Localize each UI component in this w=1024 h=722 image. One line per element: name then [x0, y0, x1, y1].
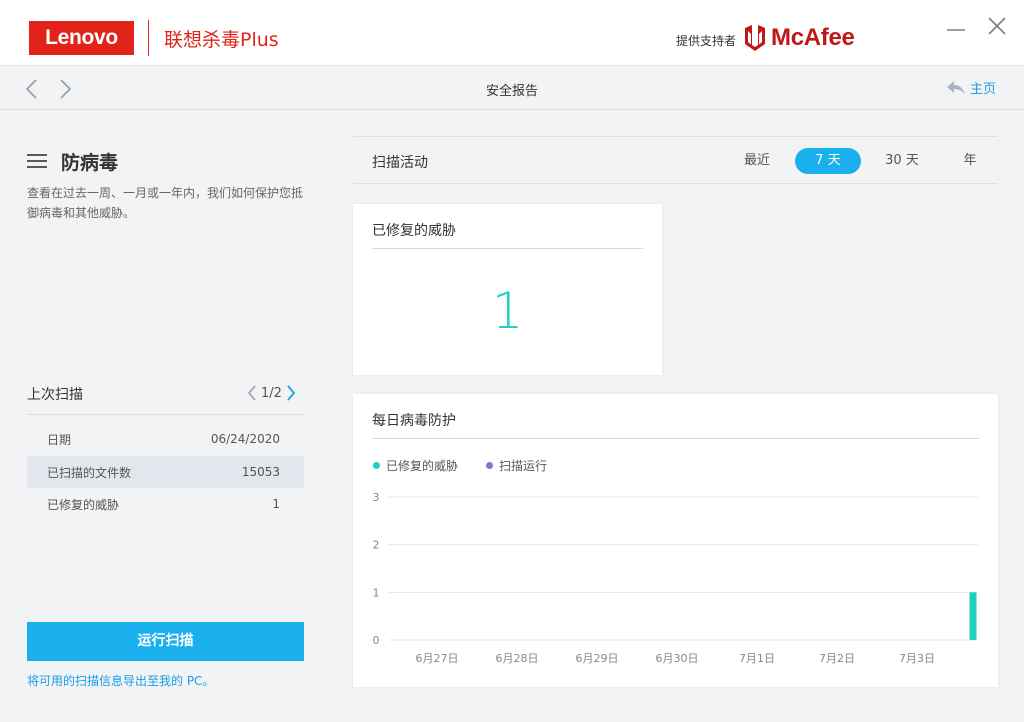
mcafee-wordmark: McAfee — [771, 24, 855, 51]
pager-prev-icon[interactable] — [246, 384, 258, 402]
daily-protection-card: 每日病毒防护 已修复的威胁 扫描运行 0 1 2 3 6月27日 6月28日 6月29日 6月… — [353, 394, 998, 687]
tab-7-days[interactable]: 7 天 — [795, 148, 861, 174]
x-tick-label: 6月29日 — [576, 652, 619, 665]
section-description: 查看在过去一周、一月或一年内，我们如何保护您抵御病毒和其他威胁。 — [27, 186, 304, 220]
card-divider — [372, 248, 643, 249]
product-name: 联想杀毒Plus — [164, 29, 279, 51]
powered-by-label: 提供支持者 — [676, 34, 737, 48]
tab-30-days[interactable]: 30 天 — [875, 148, 929, 174]
x-tick-label: 7月1日 — [739, 652, 775, 665]
export-scan-info-link[interactable]: 将可用的扫描信息导出至我的 PC。 — [27, 672, 214, 689]
x-tick-label: 6月28日 — [496, 652, 539, 665]
close-icon[interactable] — [985, 14, 1009, 38]
last-scan-title: 上次扫描 — [27, 387, 83, 403]
scan-row-threats-fixed: 已修复的威胁 1 — [27, 488, 304, 520]
title-bar: Lenovo 联想杀毒Plus 提供支持者 McAfee — [0, 0, 1024, 66]
mcafee-logo: McAfee — [744, 24, 855, 52]
pager-next-icon[interactable] — [285, 384, 297, 402]
daily-protection-chart: 0 1 2 3 6月27日 6月28日 6月29日 6月30日 7月1日 7月2日 7月3日 — [373, 491, 978, 665]
logo-divider — [148, 20, 149, 56]
scan-row-label: 已扫描的文件数 — [47, 465, 132, 480]
section-title: 防病毒 — [61, 152, 119, 174]
home-label: 主页 — [970, 82, 997, 97]
scan-row-value: 1 — [272, 497, 280, 511]
menu-icon[interactable] — [27, 153, 47, 169]
scan-row-value: 15053 — [241, 465, 280, 479]
minimize-icon[interactable] — [944, 14, 968, 38]
scan-row-files-scanned: 已扫描的文件数 15053 — [27, 456, 304, 488]
tab-recent[interactable]: 最近 — [731, 148, 783, 174]
last-scan-pager: 1/2 — [246, 384, 297, 402]
x-tick-label: 7月3日 — [899, 652, 935, 665]
y-tick-label: 3 — [373, 491, 380, 504]
bar-threats-fixed — [969, 592, 977, 640]
threats-fixed-title: 已修复的威胁 — [372, 223, 456, 239]
run-scan-button[interactable]: 运行扫描 — [27, 622, 304, 661]
page-title: 安全报告 — [485, 84, 538, 99]
home-link[interactable]: 主页 — [946, 78, 996, 97]
scan-row-label: 日期 — [47, 432, 72, 447]
tab-year[interactable]: 年 — [951, 148, 989, 174]
mcafee-shield-icon — [745, 25, 765, 51]
scan-row-label: 已修复的威胁 — [47, 497, 120, 512]
threats-fixed-card: 已修复的威胁 1 — [353, 204, 662, 375]
x-tick-label: 6月30日 — [656, 652, 699, 665]
pager-text: 1/2 — [261, 385, 282, 401]
y-tick-label: 2 — [373, 539, 380, 552]
x-tick-label: 6月27日 — [416, 652, 459, 665]
threats-fixed-count: 1 — [491, 282, 524, 340]
scan-activity-bar: 扫描活动 最近 7 天 30 天 年 — [353, 136, 998, 184]
lenovo-logo: Lenovo — [29, 21, 134, 55]
y-tick-label: 0 — [373, 634, 380, 647]
x-tick-label: 7月2日 — [819, 652, 855, 665]
scan-row-value: 06/24/2020 — [210, 432, 280, 446]
last-scan-divider — [27, 414, 304, 415]
nav-bar: 安全报告 主页 — [0, 66, 1024, 110]
scan-activity-title: 扫描活动 — [372, 155, 428, 171]
scan-row-date: 日期 06/24/2020 — [27, 423, 304, 455]
y-tick-label: 1 — [373, 586, 380, 599]
reply-arrow-icon — [947, 80, 965, 94]
